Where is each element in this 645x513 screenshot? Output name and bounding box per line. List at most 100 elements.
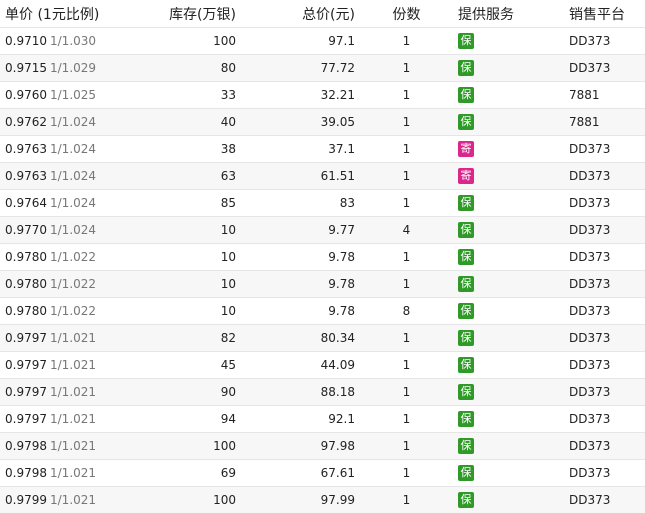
service-badge: 保 (458, 411, 474, 427)
service-cell: 保 (458, 433, 569, 460)
header-stock[interactable]: 库存(万银) (145, 0, 236, 28)
price-ratio: 1/1.030 (50, 34, 96, 48)
price-cell: 0.97971/1.021 (0, 352, 145, 379)
header-price[interactable]: 单价 (1元比例) (0, 0, 145, 28)
service-badge: 保 (458, 195, 474, 211)
table-row[interactable]: 0.97631/1.0243837.11寄DD373 (0, 136, 645, 163)
price-ratio: 1/1.022 (50, 250, 96, 264)
total-cell: 97.99 (236, 487, 355, 513)
qty-cell: 1 (355, 460, 458, 487)
service-badge: 保 (458, 384, 474, 400)
table-row[interactable]: 0.97981/1.02110097.981保DD373 (0, 433, 645, 460)
table-row[interactable]: 0.97801/1.022109.781保DD373 (0, 244, 645, 271)
qty-cell: 1 (355, 163, 458, 190)
price-cell: 0.97621/1.024 (0, 109, 145, 136)
table-row[interactable]: 0.97701/1.024109.774保DD373 (0, 217, 645, 244)
price-cell: 0.97981/1.021 (0, 460, 145, 487)
table-row[interactable]: 0.97151/1.0298077.721保DD373 (0, 55, 645, 82)
platform-cell: 7881 (569, 82, 645, 109)
unit-price: 0.9710 (5, 34, 47, 48)
price-ratio: 1/1.021 (50, 412, 96, 426)
price-ratio: 1/1.021 (50, 385, 96, 399)
table-row[interactable]: 0.97971/1.0219088.181保DD373 (0, 379, 645, 406)
service-badge: 保 (458, 357, 474, 373)
table-row[interactable]: 0.97101/1.03010097.11保DD373 (0, 28, 645, 55)
table-row[interactable]: 0.97641/1.02485831保DD373 (0, 190, 645, 217)
qty-cell: 1 (355, 352, 458, 379)
price-ratio: 1/1.024 (50, 223, 96, 237)
price-cell: 0.97801/1.022 (0, 271, 145, 298)
price-ratio: 1/1.021 (50, 493, 96, 507)
stock-cell: 10 (145, 217, 236, 244)
total-cell: 44.09 (236, 352, 355, 379)
stock-cell: 100 (145, 433, 236, 460)
service-cell: 保 (458, 109, 569, 136)
service-cell: 保 (458, 379, 569, 406)
table-row[interactable]: 0.97621/1.0244039.051保7881 (0, 109, 645, 136)
qty-cell: 1 (355, 190, 458, 217)
price-ratio: 1/1.021 (50, 358, 96, 372)
price-ratio: 1/1.022 (50, 277, 96, 291)
total-cell: 77.72 (236, 55, 355, 82)
platform-cell: DD373 (569, 298, 645, 325)
qty-cell: 1 (355, 244, 458, 271)
platform-cell: DD373 (569, 28, 645, 55)
platform-cell: DD373 (569, 325, 645, 352)
table-row[interactable]: 0.97971/1.0218280.341保DD373 (0, 325, 645, 352)
unit-price: 0.9764 (5, 196, 47, 210)
unit-price: 0.9799 (5, 493, 47, 507)
header-total[interactable]: 总价(元) (236, 0, 355, 28)
service-badge: 保 (458, 303, 474, 319)
unit-price: 0.9780 (5, 277, 47, 291)
table-row[interactable]: 0.97801/1.022109.781保DD373 (0, 271, 645, 298)
price-cell: 0.97971/1.021 (0, 325, 145, 352)
price-cell: 0.97801/1.022 (0, 298, 145, 325)
service-badge: 保 (458, 60, 474, 76)
stock-cell: 63 (145, 163, 236, 190)
price-cell: 0.97971/1.021 (0, 379, 145, 406)
price-ratio: 1/1.024 (50, 142, 96, 156)
total-cell: 67.61 (236, 460, 355, 487)
qty-cell: 4 (355, 217, 458, 244)
unit-price: 0.9763 (5, 169, 47, 183)
platform-cell: DD373 (569, 460, 645, 487)
table-row[interactable]: 0.97981/1.0216967.611保DD373 (0, 460, 645, 487)
price-cell: 0.97981/1.021 (0, 433, 145, 460)
platform-cell: DD373 (569, 487, 645, 513)
stock-cell: 33 (145, 82, 236, 109)
qty-cell: 1 (355, 406, 458, 433)
stock-cell: 80 (145, 55, 236, 82)
table-row[interactable]: 0.97801/1.022109.788保DD373 (0, 298, 645, 325)
price-ratio: 1/1.021 (50, 331, 96, 345)
stock-cell: 40 (145, 109, 236, 136)
price-cell: 0.97631/1.024 (0, 136, 145, 163)
unit-price: 0.9715 (5, 61, 47, 75)
price-ratio: 1/1.025 (50, 88, 96, 102)
total-cell: 37.1 (236, 136, 355, 163)
platform-cell: DD373 (569, 433, 645, 460)
table-row[interactable]: 0.97971/1.0219492.11保DD373 (0, 406, 645, 433)
unit-price: 0.9762 (5, 115, 47, 129)
price-ratio: 1/1.021 (50, 466, 96, 480)
service-badge: 保 (458, 465, 474, 481)
total-cell: 80.34 (236, 325, 355, 352)
service-cell: 保 (458, 406, 569, 433)
platform-cell: DD373 (569, 379, 645, 406)
table-row[interactable]: 0.97601/1.0253332.211保7881 (0, 82, 645, 109)
price-ratio: 1/1.024 (50, 169, 96, 183)
header-qty[interactable]: 份数 (355, 0, 458, 28)
service-cell: 保 (458, 325, 569, 352)
table-row[interactable]: 0.97991/1.02110097.991保DD373 (0, 487, 645, 513)
table-row[interactable]: 0.97971/1.0214544.091保DD373 (0, 352, 645, 379)
table-row[interactable]: 0.97631/1.0246361.511寄DD373 (0, 163, 645, 190)
qty-cell: 8 (355, 298, 458, 325)
stock-cell: 100 (145, 487, 236, 513)
qty-cell: 1 (355, 82, 458, 109)
qty-cell: 1 (355, 109, 458, 136)
service-cell: 保 (458, 55, 569, 82)
total-cell: 9.78 (236, 271, 355, 298)
price-cell: 0.97801/1.022 (0, 244, 145, 271)
total-cell: 32.21 (236, 82, 355, 109)
price-cell: 0.97151/1.029 (0, 55, 145, 82)
unit-price: 0.9797 (5, 331, 47, 345)
